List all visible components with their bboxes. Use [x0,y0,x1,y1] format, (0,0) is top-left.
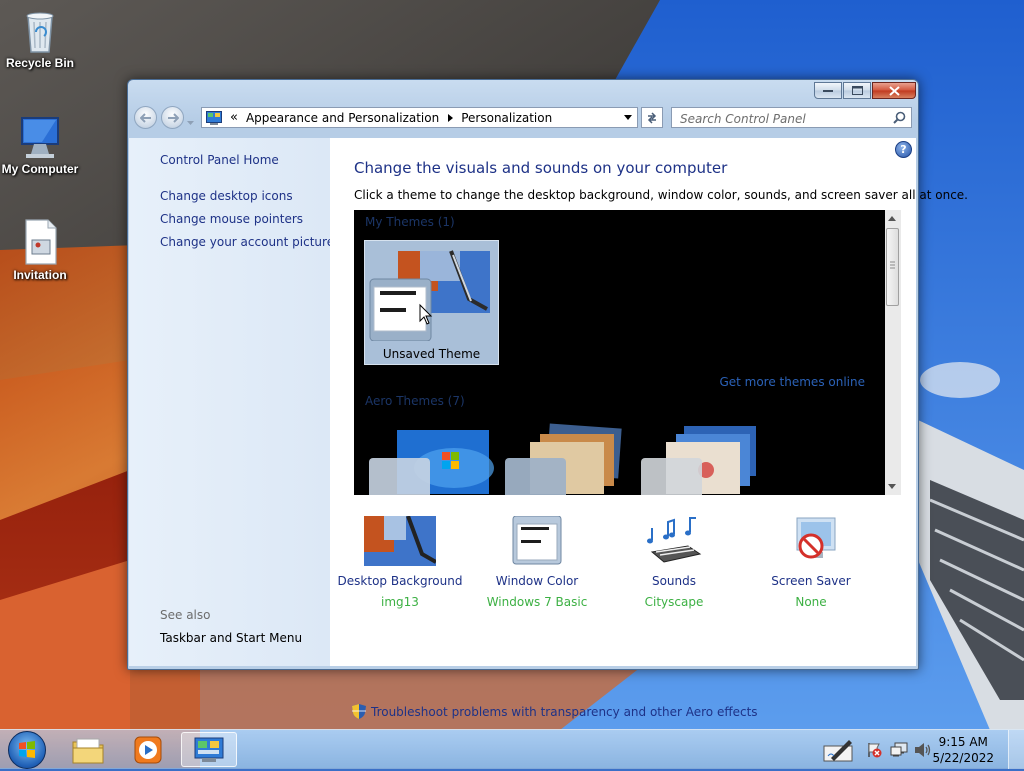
setting-label[interactable]: Desktop Background [330,574,470,588]
tray-network-icon[interactable] [890,742,908,761]
setting-sounds[interactable]: Sounds Cityscape [604,516,744,609]
close-icon [888,85,900,96]
change-account-picture-link[interactable]: Change your account picture [160,235,334,249]
setting-desktop-background[interactable]: Desktop Background img13 [330,515,470,609]
start-button[interactable] [8,731,46,769]
theme-tile-unsaved[interactable]: Unsaved Theme [364,240,499,365]
screen-saver-icon [775,516,847,568]
scroll-thumb[interactable] [886,228,899,306]
see-also-header: See also [160,608,211,622]
theme-list[interactable]: My Themes (1) Unsaved Theme Get more the… [354,210,901,495]
maximize-icon [851,86,863,95]
forward-button[interactable] [161,106,184,129]
show-desktop-button[interactable] [1008,730,1024,769]
desktop-icon-invitation[interactable]: Invitation [0,218,80,282]
breadcrumb-personalization[interactable]: Personalization [461,111,552,125]
close-button[interactable] [872,82,916,99]
taskbar-control-panel-button[interactable] [181,732,237,767]
setting-value: None [795,595,827,609]
chevron-down-icon [187,121,194,125]
taskbar-clock[interactable]: 9:15 AM 5/22/2022 [932,734,994,766]
scroll-down-arrow-icon[interactable] [888,484,896,489]
setting-label[interactable]: Sounds [604,574,744,588]
troubleshoot-link-row[interactable]: Troubleshoot problems with transparency … [352,704,758,722]
scroll-up-arrow-icon[interactable] [888,216,896,221]
clock-time: 9:15 AM [938,735,988,749]
theme-tile-label: Unsaved Theme [382,347,481,361]
my-themes-group-label: My Themes (1) [365,215,455,229]
control-panel-icon [194,737,224,762]
help-icon[interactable]: ? [895,141,912,158]
shield-icon [352,704,366,722]
desktop-icon-label: My Computer [1,162,79,176]
taskbar-explorer-button[interactable] [60,732,116,767]
setting-value: Cityscape [644,595,704,609]
tray-pen-input-icon[interactable] [823,738,855,765]
setting-screen-saver[interactable]: Screen Saver None [741,516,881,609]
desktop-icon-my-computer[interactable]: My Computer [0,112,80,176]
setting-value: Windows 7 Basic [486,595,588,609]
page-subtitle: Click a theme to change the desktop back… [354,188,968,202]
address-separator[interactable]: « [230,110,238,125]
tray-action-center-icon[interactable] [866,742,882,761]
forward-arrow-icon [167,112,179,123]
desktop-icon-recycle-bin[interactable]: Recycle Bin [0,6,80,70]
setting-value: img13 [381,595,419,609]
clock-date: 5/22/2022 [932,751,994,765]
theme-tile-characters[interactable] [636,420,771,495]
change-mouse-pointers-link[interactable]: Change mouse pointers [160,212,303,226]
personalization-window: « Appearance and Personalization Persona… [127,79,968,719]
refresh-button[interactable] [641,107,663,128]
maximize-button[interactable] [843,82,871,99]
breadcrumb-chevron-icon [448,113,454,122]
search-icon[interactable] [893,111,906,127]
theme-list-scrollbar[interactable] [885,210,901,495]
page-title: Change the visuals and sounds on your co… [354,159,728,177]
desktop-icon-label: Recycle Bin [5,56,75,70]
setting-label[interactable]: Window Color [467,574,607,588]
troubleshoot-link[interactable]: Troubleshoot problems with transparency … [371,705,758,719]
window-color-icon [501,515,573,568]
back-button[interactable] [134,106,157,129]
recycle-bin-icon [16,6,64,54]
navigation-bar: « Appearance and Personalization Persona… [128,104,918,134]
caption-buttons [813,82,916,99]
sounds-icon [638,516,710,568]
tray-volume-icon[interactable] [914,742,932,761]
taskbar-media-player-button[interactable] [120,732,176,767]
address-bar[interactable]: « Appearance and Personalization Persona… [201,107,638,128]
get-more-themes-link[interactable]: Get more themes online [719,375,865,389]
breadcrumb-appearance[interactable]: Appearance and Personalization [246,111,439,125]
refresh-icon [647,111,657,124]
minimize-button[interactable] [814,82,842,99]
windows-logo-icon [19,741,35,758]
left-navigation-pane: Control Panel Home Change desktop icons … [129,138,334,666]
theme-tile-windows7[interactable] [364,420,499,495]
taskbar-start-menu-link[interactable]: Taskbar and Start Menu [160,631,302,645]
setting-window-color[interactable]: Window Color Windows 7 Basic [467,515,607,609]
change-desktop-icons-link[interactable]: Change desktop icons [160,189,293,203]
theme-preview-image [369,250,490,341]
folder-icon [72,738,104,763]
my-computer-icon [16,112,64,160]
recent-pages-dropdown[interactable] [187,115,194,129]
minimize-icon [823,89,833,92]
aero-themes-group-label: Aero Themes (7) [365,394,465,408]
control-panel-home-link[interactable]: Control Panel Home [160,153,279,167]
setting-label[interactable]: Screen Saver [741,574,881,588]
main-content: ? Change the visuals and sounds on your … [330,138,968,719]
desktop-icon-label: Invitation [13,268,67,282]
address-history-dropdown[interactable] [624,115,632,120]
media-player-icon [134,736,162,763]
back-arrow-icon [139,112,151,123]
chevron-down-icon [624,115,632,120]
control-panel-icon [206,110,222,125]
document-icon [16,218,64,266]
taskbar: 9:15 AM 5/22/2022 [0,729,1024,769]
theme-tile-architecture[interactable] [500,420,635,495]
search-box[interactable] [671,107,912,128]
desktop-background-icon [364,515,437,568]
search-input[interactable] [678,109,892,128]
